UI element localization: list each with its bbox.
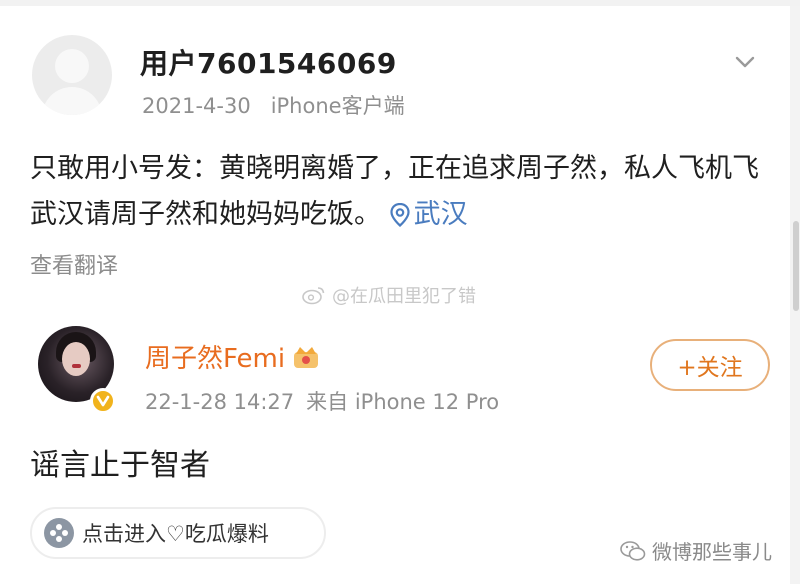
default-avatar[interactable] [32, 35, 112, 115]
translate-link[interactable]: 查看翻译 [30, 248, 118, 280]
avatar-face-shape [62, 342, 90, 376]
post-username[interactable]: 用户7601546069 [140, 42, 397, 82]
avatar-head-shape [55, 49, 89, 83]
location-link[interactable]: 武汉 [389, 199, 468, 230]
weibo-logo-icon [302, 287, 325, 305]
location-text: 武汉 [413, 199, 468, 230]
watermark-text: @在瓜田里犯了错 [332, 286, 476, 307]
avatar-lips-shape [72, 364, 81, 368]
commenter-name-text: 周子然Femi [145, 344, 286, 374]
comment-source: 来自 iPhone 12 Pro [306, 390, 500, 414]
source-watermark: 微博那些事儿 [620, 536, 772, 565]
verified-badge-icon [90, 388, 116, 414]
top-bar [0, 0, 800, 6]
topic-chip[interactable]: 点击进入♡吃瓜爆料 [30, 507, 326, 559]
post-date: 2021-4-30 [142, 94, 251, 118]
follow-button[interactable]: +关注 [650, 339, 770, 391]
post-source: iPhone客户端 [270, 94, 405, 118]
source-watermark-text: 微博那些事儿 [652, 540, 772, 564]
comment-text: 谣言止于智者 [30, 448, 210, 483]
crown-badge-icon [294, 346, 319, 368]
post-body: 只敢用小号发：黄晓明离婚了，正在追求周子然，私人飞机飞武汉请周子然和她妈妈吃饭。… [30, 146, 770, 238]
scrollbar-track[interactable] [790, 6, 800, 584]
avatar-body-shape [42, 87, 102, 115]
wechat-icon [620, 540, 646, 561]
comment-meta: 22-1-28 14:27 来自 iPhone 12 Pro [145, 386, 499, 416]
post-meta: 2021-4-30 iPhone客户端 [142, 90, 405, 120]
topic-chip-label: 点击进入♡吃瓜爆料 [82, 522, 269, 546]
chevron-down-icon[interactable] [733, 50, 757, 74]
location-pin-icon [389, 202, 410, 227]
scrollbar-thumb[interactable] [793, 221, 799, 311]
comment-date: 22-1-28 14:27 [145, 390, 295, 414]
pinwheel-icon [44, 518, 74, 548]
watermark: @在瓜田里犯了错 [302, 282, 476, 308]
commenter-name[interactable]: 周子然Femi [145, 338, 321, 375]
